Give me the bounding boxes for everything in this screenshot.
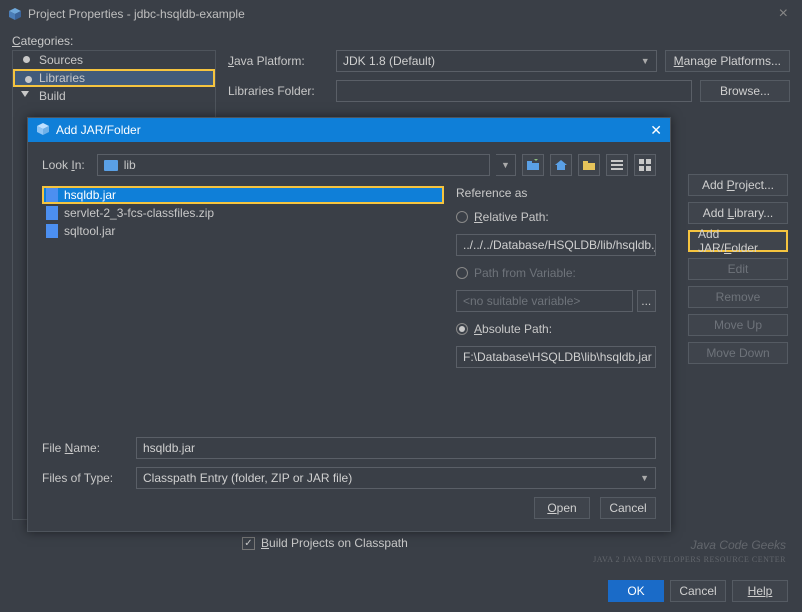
tree-item-label: Sources xyxy=(39,53,83,67)
file-list[interactable]: hsqldb.jar servlet-2_3-fcs-classfiles.zi… xyxy=(42,186,444,429)
chevron-down-icon: ▼ xyxy=(640,473,649,483)
new-folder-button[interactable] xyxy=(578,154,600,176)
manage-platforms-button[interactable]: Manage Platforms... xyxy=(665,50,790,72)
edit-button: Edit xyxy=(688,258,788,280)
details-view-button[interactable] xyxy=(634,154,656,176)
file-name-label: File Name: xyxy=(42,441,128,455)
add-jar-dialog: Add JAR/Folder ✕ Look In: lib ▼ hsqldb.j… xyxy=(27,117,671,532)
remove-button: Remove xyxy=(688,286,788,308)
window-title: Project Properties - jdbc-hsqldb-example xyxy=(28,7,245,21)
tree-item-build[interactable]: Build xyxy=(13,87,215,105)
move-up-button: Move Up xyxy=(688,314,788,336)
java-platform-select[interactable]: JDK 1.8 (Default) ▼ xyxy=(336,50,657,72)
categories-label: Categories: xyxy=(12,34,790,48)
add-library-button[interactable]: Add Library... xyxy=(688,202,788,224)
file-item-selected[interactable]: hsqldb.jar xyxy=(42,186,444,204)
file-name: hsqldb.jar xyxy=(64,188,116,202)
libraries-folder-input[interactable] xyxy=(336,80,692,102)
file-item[interactable]: sqltool.jar xyxy=(42,222,444,240)
library-side-buttons: Add Project... Add Library... Add JAR/Fo… xyxy=(688,174,788,364)
folder-icon xyxy=(104,160,118,171)
tree-item-libraries[interactable]: Libraries xyxy=(13,69,215,87)
open-button[interactable]: Open xyxy=(534,497,590,519)
dialog-title: Add JAR/Folder xyxy=(56,123,141,137)
files-of-type-label: Files of Type: xyxy=(42,471,128,485)
look-in-value: lib xyxy=(124,158,136,172)
file-icon xyxy=(46,224,58,238)
file-icon xyxy=(46,206,58,220)
relative-path-value: ../../../Database/HSQLDB/lib/hsqldb.jar xyxy=(456,234,656,256)
file-name: servlet-2_3-fcs-classfiles.zip xyxy=(64,206,214,220)
dialog-close-icon[interactable]: ✕ xyxy=(650,122,662,139)
relative-path-radio[interactable] xyxy=(456,211,468,223)
main-titlebar: Project Properties - jdbc-hsqldb-example… xyxy=(0,0,802,28)
reference-header: Reference as xyxy=(456,186,656,200)
checkbox-label: Build Projects on Classpath xyxy=(261,536,408,550)
variable-path-radio xyxy=(456,267,468,279)
move-down-button: Move Down xyxy=(688,342,788,364)
look-in-dropdown-icon[interactable]: ▼ xyxy=(496,154,516,176)
home-button[interactable] xyxy=(550,154,572,176)
variable-path-value: <no suitable variable> xyxy=(456,290,633,312)
app-icon xyxy=(8,7,22,21)
file-item[interactable]: servlet-2_3-fcs-classfiles.zip xyxy=(42,204,444,222)
btn-label: anage Platforms... xyxy=(684,54,781,68)
chevron-down-icon xyxy=(21,91,29,97)
file-icon xyxy=(46,188,58,202)
file-name-input[interactable]: hsqldb.jar xyxy=(136,437,656,459)
dialog-cancel-button[interactable]: Cancel xyxy=(600,497,656,519)
select-value: JDK 1.8 (Default) xyxy=(343,54,435,68)
look-in-label: Look In: xyxy=(42,158,85,172)
absolute-path-radio[interactable] xyxy=(456,323,468,335)
tree-item-label: Libraries xyxy=(39,71,85,85)
files-of-type-select[interactable]: Classpath Entry (folder, ZIP or JAR file… xyxy=(136,467,656,489)
build-classpath-checkbox[interactable]: ✓ xyxy=(242,537,255,550)
java-platform-label: Java Platform: xyxy=(228,54,328,68)
variable-browse-button: ... xyxy=(637,290,656,312)
select-value: Classpath Entry (folder, ZIP or JAR file… xyxy=(143,471,352,485)
list-view-button[interactable] xyxy=(606,154,628,176)
window-close-icon[interactable]: × xyxy=(773,5,794,23)
radio-label: Relative Path: xyxy=(474,210,549,224)
add-project-button[interactable]: Add Project... xyxy=(688,174,788,196)
browse-button[interactable]: Browse... xyxy=(700,80,790,102)
tree-item-sources[interactable]: Sources xyxy=(13,51,215,69)
dialog-icon xyxy=(36,122,50,139)
up-folder-button[interactable] xyxy=(522,154,544,176)
look-in-select[interactable]: lib xyxy=(97,154,490,176)
radio-label: Path from Variable: xyxy=(474,266,576,280)
radio-label: Absolute Path: xyxy=(474,322,552,336)
ok-button[interactable]: OK xyxy=(608,580,664,602)
help-button[interactable]: Help xyxy=(732,580,788,602)
dialog-titlebar: Add JAR/Folder ✕ xyxy=(28,118,670,142)
reference-panel: Reference as Relative Path: ../../../Dat… xyxy=(456,186,656,429)
add-jar-folder-button[interactable]: Add JAR/Folder xyxy=(688,230,788,252)
chevron-down-icon: ▼ xyxy=(641,56,650,66)
tree-item-label: Build xyxy=(39,89,66,103)
absolute-path-value: F:\Database\HSQLDB\lib\hsqldb.jar xyxy=(456,346,656,368)
libraries-folder-label: Libraries Folder: xyxy=(228,84,328,98)
file-name: sqltool.jar xyxy=(64,224,115,238)
cancel-button[interactable]: Cancel xyxy=(670,580,726,602)
build-classpath-row: ✓ Build Projects on Classpath xyxy=(242,536,790,550)
dialog-button-bar: OK Cancel Help xyxy=(608,580,788,602)
